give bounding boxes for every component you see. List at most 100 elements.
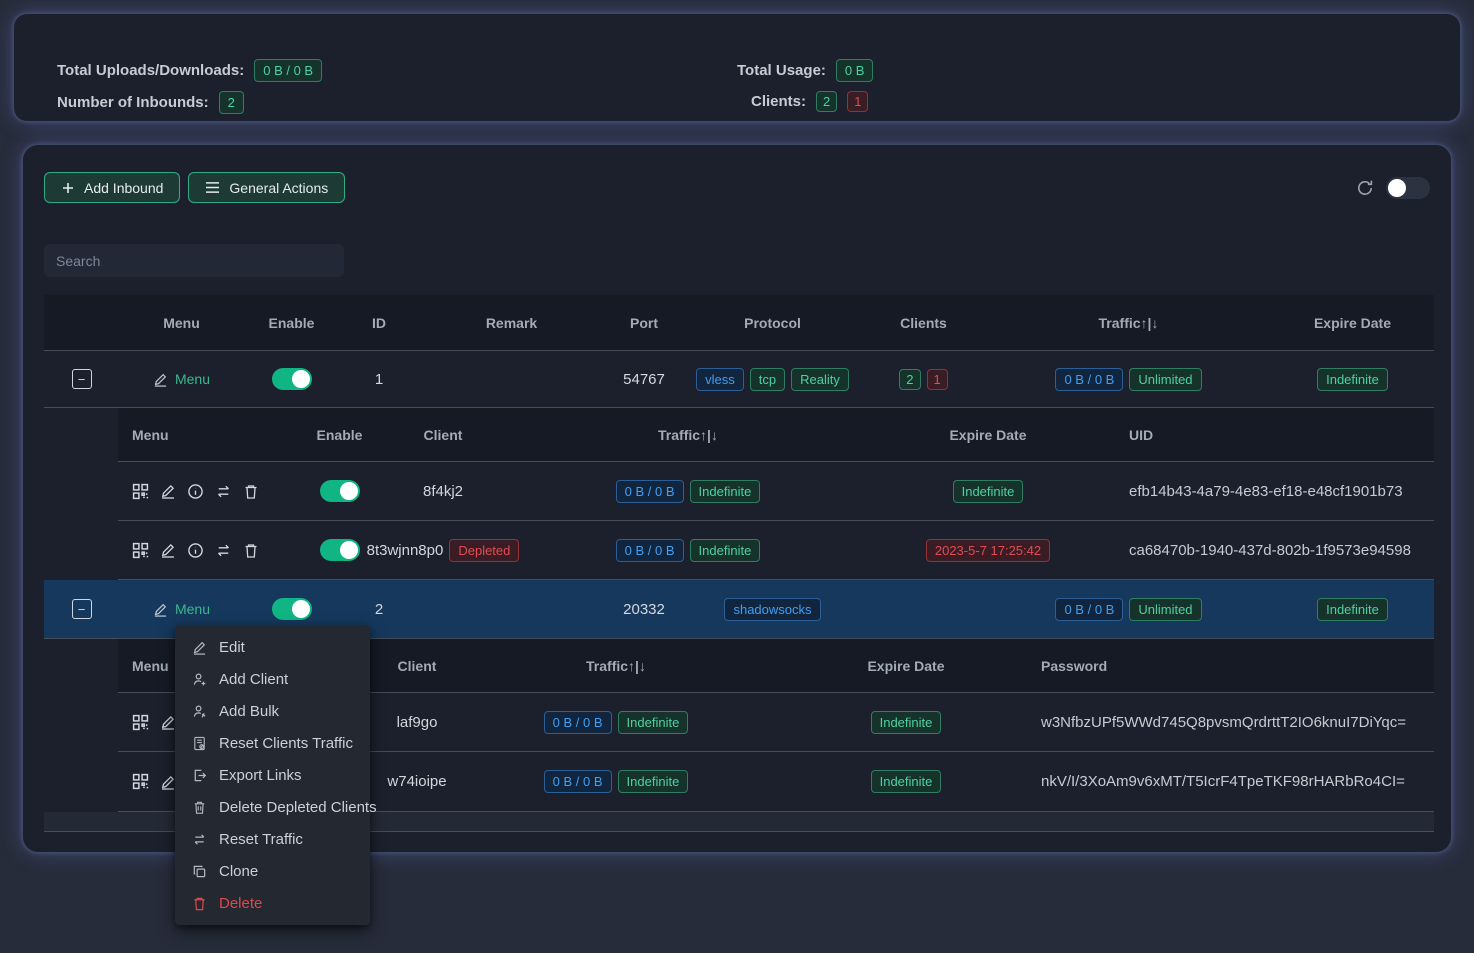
header-remark: Remark xyxy=(419,315,604,331)
traffic-limit-badge: Indefinite xyxy=(690,539,761,562)
enable-toggle[interactable] xyxy=(320,480,360,502)
inbound-port: 20332 xyxy=(604,601,684,618)
refresh-icon[interactable] xyxy=(1356,179,1374,197)
client-password: w3NfbzUPf5WWd745Q8pvsmQrdrttT2IO6knuI7Di… xyxy=(1041,714,1406,731)
header-traffic-sort[interactable]: Traffic↑|↓ xyxy=(513,427,863,443)
edit-icon[interactable] xyxy=(160,483,176,499)
edit-icon[interactable] xyxy=(160,542,176,558)
collapse-row-button[interactable]: − xyxy=(72,369,92,389)
menu-item-export-links[interactable]: Export Links xyxy=(175,759,370,791)
transport-badge: tcp xyxy=(750,368,785,391)
inbound-protocols: shadowsocks xyxy=(684,598,861,621)
stat-label: Number of Inbounds: xyxy=(57,94,209,111)
client-expire: Indefinite xyxy=(771,711,1041,734)
add-client-icon xyxy=(192,672,207,687)
qr-code-icon[interactable] xyxy=(132,542,149,559)
delete-icon[interactable] xyxy=(243,483,259,500)
client-traffic: 0 B / 0 B Indefinite xyxy=(513,480,863,503)
menu-item-label: Add Bulk xyxy=(219,703,279,720)
clients-depleted-badge: 1 xyxy=(927,369,948,390)
delete-icon[interactable] xyxy=(243,542,259,559)
reset-traffic-icon[interactable] xyxy=(215,542,232,559)
menu-link-label: Menu xyxy=(175,371,210,387)
stat-label: Total Usage: xyxy=(737,62,826,79)
inbound-traffic: 0 B / 0 B Unlimited xyxy=(986,598,1271,621)
header-client: Client xyxy=(373,427,513,443)
general-actions-button[interactable]: General Actions xyxy=(188,172,345,203)
header-enable: Enable xyxy=(244,315,339,331)
menu-item-clone[interactable]: Clone xyxy=(175,855,370,887)
client-name: 8t3wjnn8p0 xyxy=(367,542,444,559)
client-row: 8f4kj2 0 B / 0 B Indefinite Indefinite e… xyxy=(118,462,1434,521)
clients-depleted-badge: 1 xyxy=(847,91,868,112)
menu-item-add-bulk[interactable]: Add Bulk xyxy=(175,695,370,727)
inbound-menu-trigger[interactable]: Menu xyxy=(153,601,210,617)
qr-code-icon[interactable] xyxy=(132,483,149,500)
expire-badge: Indefinite xyxy=(953,480,1024,503)
traffic-badge: 0 B / 0 B xyxy=(616,539,684,562)
collapse-row-button[interactable]: − xyxy=(72,599,92,619)
header-protocol: Protocol xyxy=(684,315,861,331)
header-traffic-sort[interactable]: Traffic↑|↓ xyxy=(461,658,771,674)
enable-toggle[interactable] xyxy=(272,598,312,620)
traffic-badge: 0 B / 0 B xyxy=(616,480,684,503)
menu-link-label: Menu xyxy=(175,601,210,617)
info-icon[interactable] xyxy=(187,483,204,500)
edit-icon xyxy=(192,640,207,655)
edit-icon[interactable] xyxy=(160,774,176,790)
menu-item-add-client[interactable]: Add Client xyxy=(175,663,370,695)
inbound-context-menu: Edit Add Client Add Bulk Reset Clients T… xyxy=(175,625,370,925)
menu-item-label: Delete xyxy=(219,895,262,912)
toolbar: Add Inbound General Actions xyxy=(44,172,1430,203)
header-id: ID xyxy=(339,315,419,331)
header-menu: Menu xyxy=(118,427,306,443)
qr-code-icon[interactable] xyxy=(132,773,149,790)
depleted-badge: Depleted xyxy=(449,539,519,562)
menu-item-label: Reset Clients Traffic xyxy=(219,735,353,752)
enable-toggle[interactable] xyxy=(320,539,360,561)
search-input[interactable] xyxy=(44,244,344,277)
reset-traffic-icon[interactable] xyxy=(215,483,232,500)
client-traffic: 0 B / 0 B Indefinite xyxy=(461,770,771,793)
dark-mode-toggle[interactable] xyxy=(1386,177,1430,199)
header-uid: UID xyxy=(1113,427,1434,443)
traffic-limit-badge: Unlimited xyxy=(1129,598,1201,621)
inbound-protocols: vless tcp Reality xyxy=(684,368,861,391)
inbound-expire: Indefinite xyxy=(1271,598,1434,621)
edit-icon xyxy=(153,372,168,387)
protocol-badge: vless xyxy=(696,368,744,391)
menu-item-delete-depleted-clients[interactable]: Delete Depleted Clients xyxy=(175,791,370,823)
stat-value-badge: 0 B xyxy=(836,59,874,82)
header-traffic-sort[interactable]: Traffic↑|↓ xyxy=(986,315,1271,331)
menu-item-reset-traffic[interactable]: Reset Traffic xyxy=(175,823,370,855)
clients-active-badge: 2 xyxy=(899,369,920,390)
inbound-row-1: − Menu 1 54767 vless tcp Reality 2 1 0 xyxy=(44,351,1434,408)
stats-card: Total Uploads/Downloads: 0 B / 0 B Numbe… xyxy=(13,13,1461,122)
clients-active-badge: 2 xyxy=(816,91,837,112)
add-inbound-button[interactable]: Add Inbound xyxy=(44,172,180,203)
delete-icon xyxy=(192,896,207,911)
menu-item-delete[interactable]: Delete xyxy=(175,887,370,919)
client-uid: efb14b43-4a79-4e83-ef18-e48cf1901b73 xyxy=(1129,483,1403,500)
qr-code-icon[interactable] xyxy=(132,714,149,731)
edit-icon xyxy=(153,602,168,617)
menu-item-edit[interactable]: Edit xyxy=(175,631,370,663)
security-badge: Reality xyxy=(791,368,849,391)
stat-value-badge: 2 xyxy=(219,91,244,114)
menu-item-reset-clients-traffic[interactable]: Reset Clients Traffic xyxy=(175,727,370,759)
header-expire-date: Expire Date xyxy=(863,427,1113,443)
traffic-limit-badge: Unlimited xyxy=(1129,368,1201,391)
inbound-traffic: 0 B / 0 B Unlimited xyxy=(986,368,1271,391)
info-icon[interactable] xyxy=(187,542,204,559)
enable-toggle[interactable] xyxy=(272,368,312,390)
expire-badge: Indefinite xyxy=(1317,368,1388,391)
header-password: Password xyxy=(1041,658,1434,674)
inbound-port: 54767 xyxy=(604,371,684,388)
inbound-menu-trigger[interactable]: Menu xyxy=(153,371,210,387)
menu-item-label: Delete Depleted Clients xyxy=(219,799,377,816)
stat-total-usage: Total Usage: 0 B xyxy=(737,59,873,82)
edit-icon[interactable] xyxy=(160,714,176,730)
reset-traffic-icon xyxy=(192,832,207,847)
menu-item-label: Export Links xyxy=(219,767,302,784)
header-client: Client xyxy=(373,658,461,674)
